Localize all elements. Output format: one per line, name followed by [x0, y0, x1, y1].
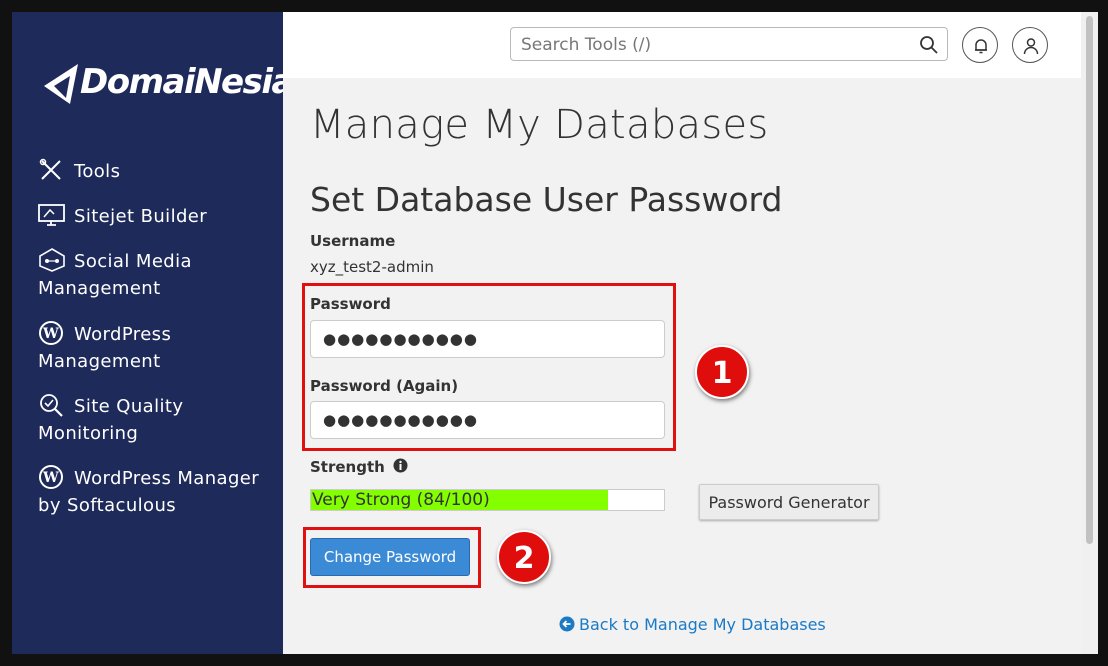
sidebar-item-label: WordPress Manager by Softaculous — [38, 468, 260, 516]
monitor-icon — [38, 204, 65, 226]
back-link[interactable]: Back to Manage My Databases — [559, 615, 826, 634]
main-content: Manage My Databases Set Database User Pa… — [283, 12, 1081, 654]
wordpress-icon: W — [39, 465, 63, 489]
logo-mark-icon — [44, 64, 78, 104]
notifications-button[interactable] — [962, 27, 998, 63]
info-icon[interactable] — [393, 458, 408, 473]
user-icon — [1023, 38, 1039, 55]
strength-label: Strength — [310, 458, 408, 476]
strength-text: Very Strong (84/100) — [312, 490, 490, 510]
magnifier-check-icon — [40, 394, 63, 417]
user-menu-button[interactable] — [1012, 27, 1048, 63]
annotation-badge-1: 1 — [695, 345, 749, 399]
svg-text:W: W — [42, 470, 59, 486]
sidebar-item-wordpress-management[interactable]: W WordPress Management — [38, 321, 268, 375]
sidebar: DomaiNesia Tools Sitejet Builder Social … — [12, 12, 294, 654]
sidebar-item-tools[interactable]: Tools — [38, 158, 268, 185]
search-icon[interactable] — [919, 35, 939, 55]
username-value: xyz_test2-admin — [310, 258, 434, 276]
sidebar-item-label: Tools — [74, 161, 121, 182]
password-generator-button[interactable]: Password Generator — [699, 484, 879, 520]
back-link-label: Back to Manage My Databases — [579, 615, 826, 634]
sidebar-item-label: Sitejet Builder — [74, 206, 208, 227]
wordpress-icon: W — [39, 321, 63, 345]
sidebar-item-wordpress-manager-softaculous[interactable]: W WordPress Manager by Softaculous — [38, 465, 268, 519]
page-title: Manage My Databases — [310, 102, 769, 148]
password-strength-meter: Very Strong (84/100) — [310, 489, 665, 511]
svg-text:W: W — [42, 326, 59, 342]
password-again-label: Password (Again) — [310, 377, 459, 395]
domainesia-logo[interactable]: DomaiNesia — [42, 62, 294, 122]
app-window: DomaiNesia Tools Sitejet Builder Social … — [12, 12, 1098, 654]
scrollbar-thumb[interactable] — [1086, 16, 1093, 544]
sidebar-item-site-quality-monitoring[interactable]: Site Quality Monitoring — [38, 393, 268, 447]
bell-icon — [975, 39, 987, 54]
sidebar-item-social-media-management[interactable]: Social Media Management — [38, 248, 268, 302]
annotation-badge-2: 2 — [497, 530, 551, 584]
search-box[interactable] — [510, 27, 948, 62]
social-media-icon — [39, 248, 65, 272]
logo-text: DomaiNesia — [80, 62, 294, 102]
search-input[interactable] — [511, 28, 923, 62]
strength-label-text: Strength — [310, 458, 385, 476]
arrow-left-circle-icon — [559, 616, 575, 632]
section-title: Set Database User Password — [310, 180, 783, 219]
change-password-button[interactable]: Change Password — [310, 538, 470, 576]
password-field[interactable] — [310, 320, 665, 358]
tools-icon — [39, 158, 61, 180]
sidebar-item-sitejet-builder[interactable]: Sitejet Builder — [38, 203, 268, 230]
password-label: Password — [310, 295, 391, 313]
top-bar — [283, 12, 1081, 78]
username-label: Username — [310, 232, 396, 250]
scrollbar[interactable] — [1081, 12, 1098, 654]
password-again-field[interactable] — [310, 401, 665, 439]
